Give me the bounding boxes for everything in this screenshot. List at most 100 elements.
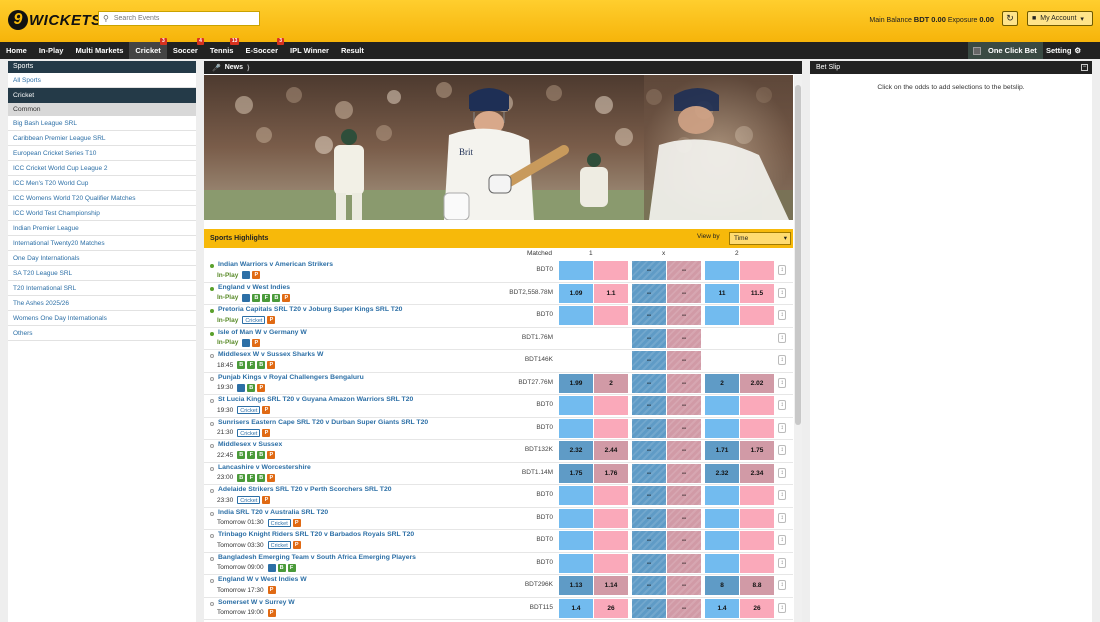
- lay-odds-cell[interactable]: [740, 396, 774, 415]
- lay-odds-cell[interactable]: --: [667, 486, 701, 505]
- lay-odds-cell[interactable]: [740, 486, 774, 505]
- sidebar-item-all-sports[interactable]: All Sports: [8, 73, 196, 88]
- lay-odds-cell[interactable]: 2: [594, 373, 628, 393]
- lay-odds-cell[interactable]: [740, 306, 774, 325]
- sidebar-competition-item[interactable]: ICC Womens World T20 Qualifier Matches: [8, 191, 196, 206]
- back-odds-cell[interactable]: 1.09: [559, 283, 593, 303]
- back-odds-cell[interactable]: --: [632, 261, 666, 280]
- event-name-link[interactable]: Somerset W v Surrey W: [218, 599, 295, 606]
- pin-icon[interactable]: ↕: [778, 445, 786, 455]
- back-odds-cell[interactable]: --: [632, 396, 666, 415]
- lay-odds-cell[interactable]: --: [667, 283, 701, 303]
- back-odds-cell[interactable]: [705, 486, 739, 505]
- site-logo[interactable]: 9 WICKETS: [8, 10, 102, 30]
- back-odds-cell[interactable]: --: [632, 373, 666, 393]
- back-odds-cell[interactable]: --: [632, 351, 666, 370]
- lay-odds-cell[interactable]: [740, 508, 774, 528]
- pin-icon[interactable]: ↕: [778, 512, 786, 523]
- back-odds-cell[interactable]: 1.13: [559, 576, 593, 595]
- event-name-link[interactable]: India SRL T20 v Australia SRL T20: [218, 509, 328, 516]
- sidebar-competition-item[interactable]: Womens One Day Internationals: [8, 311, 196, 326]
- lay-odds-cell[interactable]: --: [667, 261, 701, 280]
- content-scrollbar[interactable]: [794, 75, 802, 622]
- lay-odds-cell[interactable]: 2.34: [740, 463, 774, 483]
- tab-soccer[interactable]: Soccer 4: [167, 38, 204, 59]
- pin-icon[interactable]: ↕: [778, 535, 786, 545]
- event-name-link[interactable]: Lancashire v Worcestershire: [218, 464, 311, 471]
- back-odds-cell[interactable]: [705, 396, 739, 415]
- back-odds-cell[interactable]: --: [632, 553, 666, 573]
- back-odds-cell[interactable]: 2.32: [559, 441, 593, 460]
- lay-odds-cell[interactable]: 1.75: [740, 441, 774, 460]
- back-odds-cell[interactable]: [559, 486, 593, 505]
- back-odds-cell[interactable]: [559, 553, 593, 573]
- event-name-link[interactable]: Adelaide Strikers SRL T20 v Perth Scorch…: [218, 486, 392, 493]
- event-name-link[interactable]: Middlesex v Sussex: [218, 441, 282, 448]
- back-odds-cell[interactable]: 2.32: [705, 463, 739, 483]
- lay-odds-cell[interactable]: --: [667, 441, 701, 460]
- tab-in-play[interactable]: In-Play: [33, 42, 70, 59]
- lay-odds-cell[interactable]: --: [667, 351, 701, 370]
- lay-odds-cell[interactable]: [594, 508, 628, 528]
- sidebar-competition-item[interactable]: ICC World Test Championship: [8, 206, 196, 221]
- lay-odds-cell[interactable]: [740, 531, 774, 550]
- lay-odds-cell[interactable]: [594, 396, 628, 415]
- sidebar-competition-item[interactable]: Indian Premier League: [8, 221, 196, 236]
- pin-icon[interactable]: ↕: [778, 310, 786, 320]
- back-odds-cell[interactable]: 1.99: [559, 373, 593, 393]
- sidebar-competition-item[interactable]: European Cricket Series T10: [8, 146, 196, 161]
- lay-odds-cell[interactable]: --: [667, 373, 701, 393]
- back-odds-cell[interactable]: [559, 531, 593, 550]
- event-name-link[interactable]: Punjab Kings v Royal Challengers Bengalu…: [218, 374, 364, 381]
- back-odds-cell[interactable]: 2: [705, 373, 739, 393]
- event-name-link[interactable]: Sunrisers Eastern Cape SRL T20 v Durban …: [218, 419, 428, 426]
- event-name-link[interactable]: England v West Indies: [218, 284, 290, 291]
- lay-odds-cell[interactable]: [594, 486, 628, 505]
- scrollbar-thumb[interactable]: [795, 85, 801, 425]
- pin-icon[interactable]: ↕: [778, 580, 786, 590]
- pin-icon[interactable]: ↕: [778, 332, 786, 343]
- sidebar-competition-item[interactable]: Big Bash League SRL: [8, 116, 196, 131]
- back-odds-cell[interactable]: [559, 261, 593, 280]
- back-odds-cell[interactable]: --: [632, 598, 666, 618]
- sidebar-current-cricket[interactable]: Cricket: [8, 88, 196, 103]
- pin-icon[interactable]: ↕: [778, 265, 786, 275]
- search-input[interactable]: [113, 15, 254, 22]
- event-name-link[interactable]: Isle of Man W v Germany W: [218, 329, 307, 336]
- back-odds-cell[interactable]: [705, 531, 739, 550]
- lay-odds-cell[interactable]: [594, 418, 628, 438]
- lay-odds-cell[interactable]: --: [667, 553, 701, 573]
- lay-odds-cell[interactable]: [594, 261, 628, 280]
- back-odds-cell[interactable]: 1.75: [559, 463, 593, 483]
- lay-odds-cell[interactable]: [594, 306, 628, 325]
- one-click-bet-toggle[interactable]: One Click Bet: [968, 42, 1043, 59]
- lay-odds-cell[interactable]: [594, 553, 628, 573]
- pin-icon[interactable]: ↕: [778, 355, 786, 365]
- back-odds-cell[interactable]: [559, 396, 593, 415]
- back-odds-cell[interactable]: [559, 418, 593, 438]
- tab-cricket[interactable]: Cricket 3: [129, 38, 167, 59]
- pin-icon[interactable]: ↕: [778, 467, 786, 478]
- refresh-button[interactable]: ↻: [1002, 11, 1018, 26]
- sidebar-competition-item[interactable]: The Ashes 2025/26: [8, 296, 196, 311]
- pin-icon[interactable]: ↕: [778, 377, 786, 388]
- back-odds-cell[interactable]: [559, 306, 593, 325]
- pin-icon[interactable]: ↕: [778, 490, 786, 500]
- back-odds-cell[interactable]: [705, 553, 739, 573]
- tab-multi-markets[interactable]: Multi Markets: [69, 42, 129, 59]
- back-odds-cell[interactable]: 1.71: [705, 441, 739, 460]
- lay-odds-cell[interactable]: [740, 553, 774, 573]
- tab-e-soccer[interactable]: E-Soccer 3: [239, 38, 284, 59]
- lay-odds-cell[interactable]: --: [667, 463, 701, 483]
- sidebar-competition-item[interactable]: Others: [8, 326, 196, 341]
- lay-odds-cell[interactable]: 2.02: [740, 373, 774, 393]
- lay-odds-cell[interactable]: --: [667, 418, 701, 438]
- event-name-link[interactable]: Trinbago Knight Riders SRL T20 v Barbado…: [218, 531, 414, 538]
- sidebar-competition-item[interactable]: Caribbean Premier League SRL: [8, 131, 196, 146]
- back-odds-cell[interactable]: --: [632, 486, 666, 505]
- minimize-icon[interactable]: −: [1081, 64, 1088, 71]
- news-bar[interactable]: 🎤 News ⟩: [204, 61, 802, 74]
- event-name-link[interactable]: England W v West Indies W: [218, 576, 307, 583]
- lay-odds-cell[interactable]: 8.8: [740, 576, 774, 595]
- back-odds-cell[interactable]: --: [632, 576, 666, 595]
